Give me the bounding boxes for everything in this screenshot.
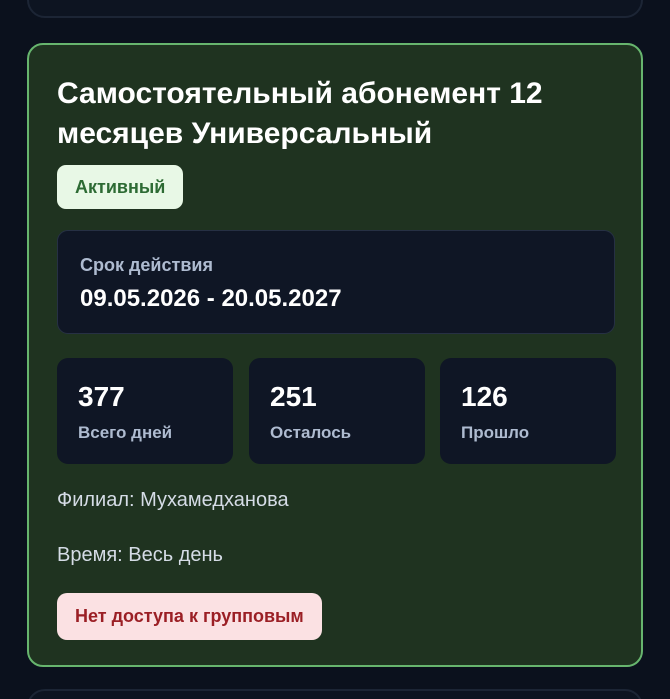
validity-label: Срок действия [80, 255, 213, 275]
previous-card-edge [27, 0, 643, 18]
total-days-value: 377 [78, 381, 125, 412]
remaining-days-value: 251 [270, 381, 317, 412]
subscription-title: Самостоятельный абонемент 12 месяцев Уни… [57, 77, 543, 150]
time-info: Время: Весь день [57, 544, 223, 566]
elapsed-days-label: Прошло [461, 423, 530, 442]
remaining-days-label: Осталось [270, 423, 352, 442]
validity-period-box: Срок действия 09.05.2026 - 20.05.2027 [57, 230, 615, 334]
subscription-screen: Самостоятельный абонемент 12 месяцев Уни… [0, 0, 670, 699]
group-access-badge: Нет доступа к групповым [57, 593, 322, 640]
branch-info: Филиал: Мухамедханова [57, 489, 289, 511]
elapsed-days-value: 126 [461, 381, 508, 412]
elapsed-days-stat: 126 Прошло [440, 358, 616, 464]
subscription-card: Самостоятельный абонемент 12 месяцев Уни… [27, 43, 643, 667]
total-days-label: Всего дней [78, 423, 173, 442]
validity-dates: 09.05.2026 - 20.05.2027 [80, 285, 342, 312]
status-badge: Активный [57, 165, 184, 209]
next-card-edge [27, 689, 643, 699]
remaining-days-stat: 251 Осталось [249, 358, 425, 464]
total-days-stat: 377 Всего дней [57, 358, 233, 464]
